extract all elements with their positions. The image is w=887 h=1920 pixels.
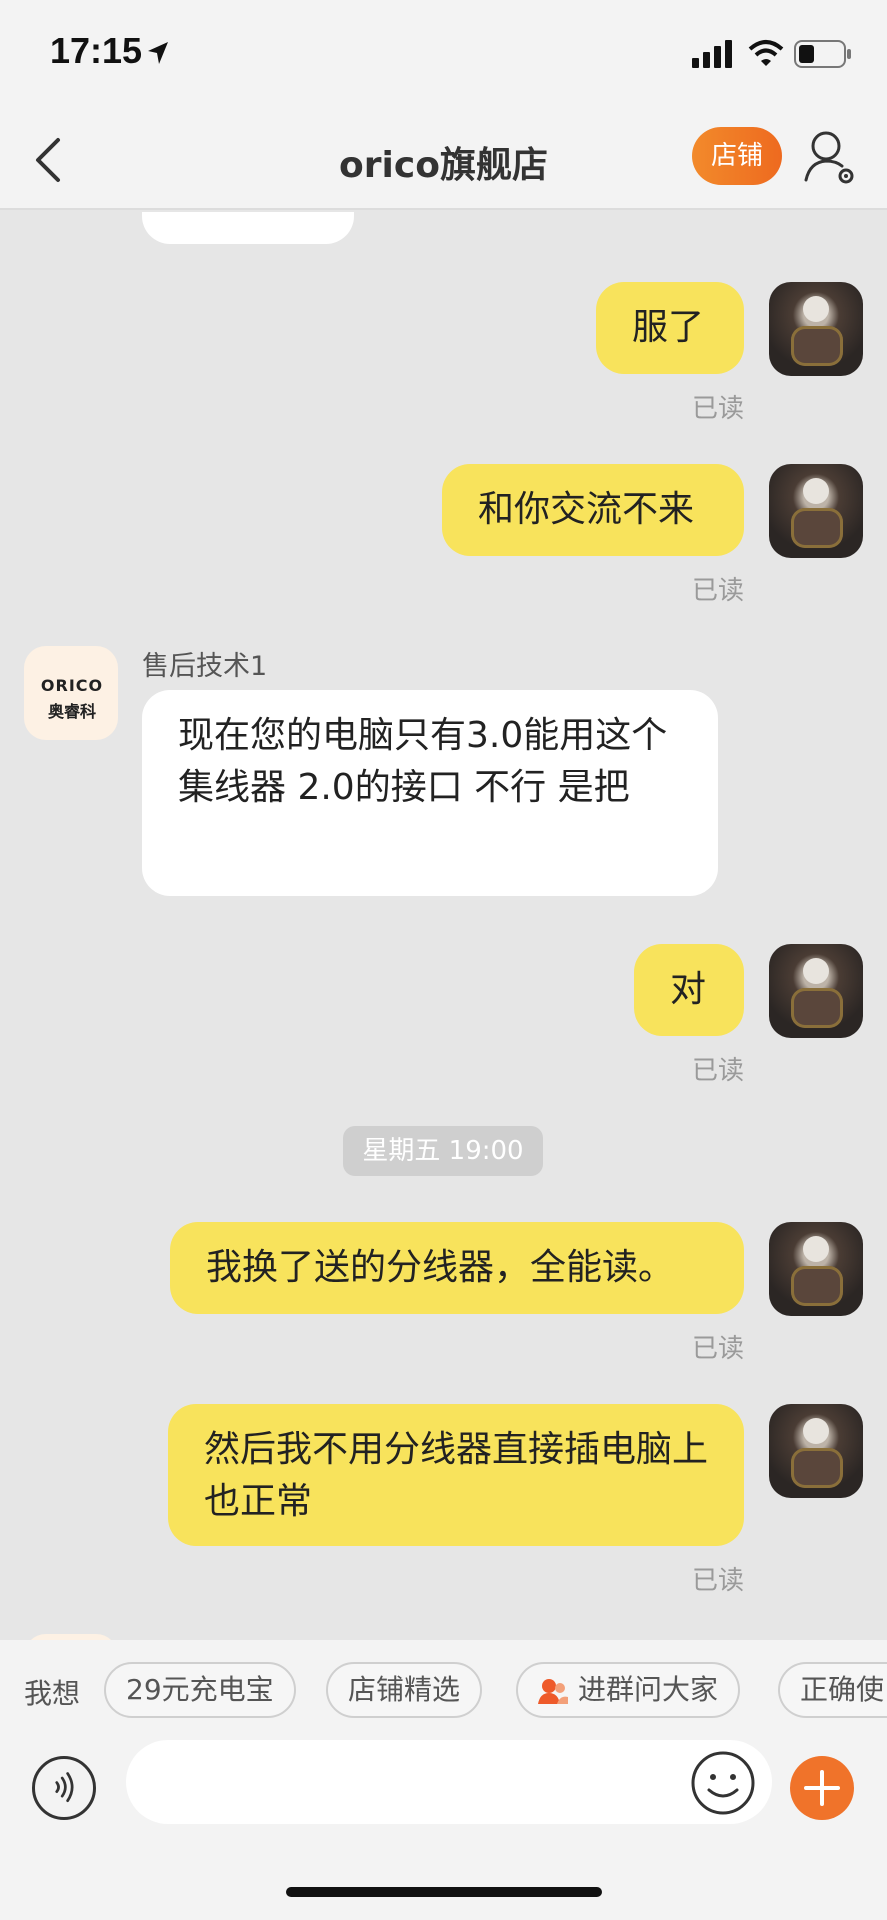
quick-chip-label: 店铺精选: [348, 1673, 461, 1706]
message-bubble[interactable]: 现在您的电脑只有3.0能用这个集线器 2.0的接口 不行 是把: [142, 690, 718, 896]
avatar[interactable]: [769, 944, 863, 1038]
message-text: 然后我不用分线器直接插电脑上也正常: [204, 1429, 709, 1522]
message-bubble[interactable]: 然后我不用分线器直接插电脑上也正常: [168, 1404, 744, 1546]
quick-chip[interactable]: 店铺精选: [326, 1662, 483, 1718]
message-bubble[interactable]: 和你交流不来: [442, 464, 744, 556]
input-bar: [0, 1740, 887, 1920]
message-text: 和你交流不来: [478, 489, 695, 530]
avatar[interactable]: [769, 464, 863, 558]
battery-icon: [794, 40, 851, 68]
quick-chip[interactable]: 29元充电宝: [104, 1662, 296, 1718]
previous-message-bubble: [142, 212, 354, 244]
message-text: 服了: [632, 307, 705, 348]
read-status: 已读: [691, 1056, 744, 1086]
message-bubble[interactable]: 对: [634, 944, 744, 1036]
read-status: 已读: [691, 394, 744, 424]
plus-icon[interactable]: [790, 1756, 854, 1820]
quick-chip[interactable]: 正确使: [778, 1662, 887, 1718]
voice-icon[interactable]: [32, 1756, 96, 1820]
status-bar: 17:15: [0, 0, 887, 110]
quick-chip-label: 正确使: [800, 1673, 885, 1706]
home-indicator: [286, 1887, 602, 1897]
shop-logo-subtext: 奥睿科: [47, 702, 96, 721]
message-text: 现在您的电脑只有3.0能用这个集线器 2.0的接口 不行 是把: [178, 715, 668, 808]
message-bubble[interactable]: 我换了送的分线器，全能读。: [170, 1222, 744, 1314]
group-icon: [538, 1679, 568, 1704]
avatar[interactable]: [769, 1222, 863, 1316]
sender-name: 售后技术1: [142, 651, 268, 682]
signal-icon: [692, 40, 732, 68]
chat-area[interactable]: 服了 已读 和你交流不来 已读 ORICO 奥睿科 售后技术1 现在您的电脑只有…: [0, 212, 887, 1640]
shop-avatar[interactable]: ORICO 奥睿科: [24, 646, 118, 740]
chat-header: orico旗舰店 店铺: [0, 110, 887, 210]
read-status: 已读: [691, 1334, 744, 1364]
avatar[interactable]: [769, 1404, 863, 1498]
emoji-icon[interactable]: [690, 1750, 756, 1816]
message-text: 我换了送的分线器，全能读。: [206, 1247, 675, 1288]
shop-logo-text: ORICO: [40, 676, 104, 695]
read-status: 已读: [691, 576, 744, 606]
timestamp: 星期五 19:00: [343, 1126, 543, 1176]
shop-button[interactable]: 店铺: [692, 127, 782, 185]
quick-chip[interactable]: 进群问大家: [516, 1662, 741, 1718]
quick-bar-label: 我想: [24, 1677, 81, 1710]
status-time: 17:15: [50, 30, 143, 71]
message-bubble[interactable]: 服了: [596, 282, 744, 374]
avatar[interactable]: [769, 282, 863, 376]
location-arrow-icon: [148, 42, 168, 64]
message-input[interactable]: [126, 1740, 772, 1824]
quick-phrase-bar: 我想 29元充电宝 店铺精选 进群问大家 正确使: [0, 1640, 887, 1740]
wifi-icon: [748, 40, 784, 66]
read-status: 已读: [691, 1566, 744, 1596]
user-settings-icon[interactable]: [802, 128, 858, 188]
quick-chip-label: 进群问大家: [578, 1673, 719, 1706]
message-text: 对: [670, 969, 707, 1010]
quick-chip-label: 29元充电宝: [126, 1673, 274, 1706]
